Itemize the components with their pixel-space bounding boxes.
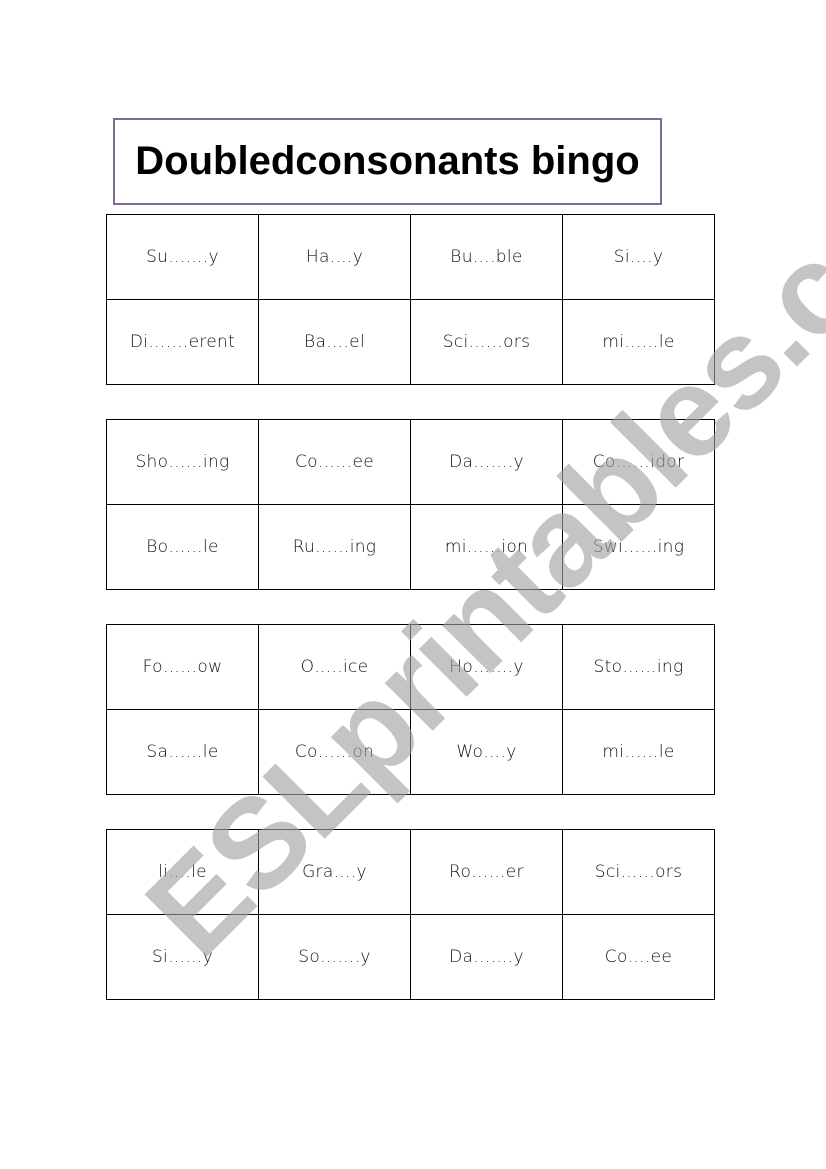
bingo-card-1: Su…….y Ha….y Bu….ble Si….y Di…….erent Ba… xyxy=(106,214,715,385)
bingo-cell: Ho…….y xyxy=(410,624,563,710)
bingo-cell: Su…….y xyxy=(106,214,259,300)
bingo-cell: Co….ee xyxy=(562,914,715,1000)
title-box: Doubledconsonants bingo xyxy=(113,118,662,205)
bingo-cell: Gra….y xyxy=(258,829,411,915)
bingo-cell: Sto……ing xyxy=(562,624,715,710)
bingo-row: Sho……ing Co……ee Da…….y Co……idor xyxy=(106,419,715,505)
bingo-cell: Co……idor xyxy=(562,419,715,505)
bingo-cell: mi……le xyxy=(562,709,715,795)
bingo-row: li….le Gra….y Ro……er Sci……ors xyxy=(106,829,715,915)
bingo-cell: li….le xyxy=(106,829,259,915)
bingo-cell: Fo……ow xyxy=(106,624,259,710)
bingo-row: Sa……le Co……on Wo….y mi……le xyxy=(106,709,715,795)
page-title: Doubledconsonants bingo xyxy=(135,139,640,183)
bingo-cell: Co……ee xyxy=(258,419,411,505)
bingo-cell: Si….y xyxy=(562,214,715,300)
bingo-card-4: li….le Gra….y Ro……er Sci……ors Si……y So……… xyxy=(106,829,715,1000)
bingo-row: Su…….y Ha….y Bu….ble Si….y xyxy=(106,214,715,300)
bingo-row: Fo……ow O…..ice Ho…….y Sto……ing xyxy=(106,624,715,710)
bingo-cell: Sci……ors xyxy=(410,299,563,385)
bingo-cell: Swi……ing xyxy=(562,504,715,590)
bingo-cell: Ru……ing xyxy=(258,504,411,590)
bingo-cell: Ba….el xyxy=(258,299,411,385)
bingo-row: Bo……le Ru……ing mi……ion Swi……ing xyxy=(106,504,715,590)
bingo-cell: Bu….ble xyxy=(410,214,563,300)
bingo-cell: Sho……ing xyxy=(106,419,259,505)
bingo-cell: Ha….y xyxy=(258,214,411,300)
bingo-cell: Co……on xyxy=(258,709,411,795)
bingo-cell: Ro……er xyxy=(410,829,563,915)
bingo-cell: Da…….y xyxy=(410,914,563,1000)
bingo-card-3: Fo……ow O…..ice Ho…….y Sto……ing Sa……le Co… xyxy=(106,624,715,795)
bingo-cell: mi……le xyxy=(562,299,715,385)
bingo-row: Si……y So…….y Da…….y Co….ee xyxy=(106,914,715,1000)
bingo-cell: Sa……le xyxy=(106,709,259,795)
bingo-cell: Di…….erent xyxy=(106,299,259,385)
bingo-cell: Bo……le xyxy=(106,504,259,590)
bingo-card-2: Sho……ing Co……ee Da…….y Co……idor Bo……le R… xyxy=(106,419,715,590)
bingo-cell: Wo….y xyxy=(410,709,563,795)
bingo-row: Di…….erent Ba….el Sci……ors mi……le xyxy=(106,299,715,385)
bingo-cell: mi……ion xyxy=(410,504,563,590)
bingo-cell: O…..ice xyxy=(258,624,411,710)
bingo-cell: Da…….y xyxy=(410,419,563,505)
bingo-cell: So…….y xyxy=(258,914,411,1000)
bingo-cell: Si……y xyxy=(106,914,259,1000)
bingo-cell: Sci……ors xyxy=(562,829,715,915)
